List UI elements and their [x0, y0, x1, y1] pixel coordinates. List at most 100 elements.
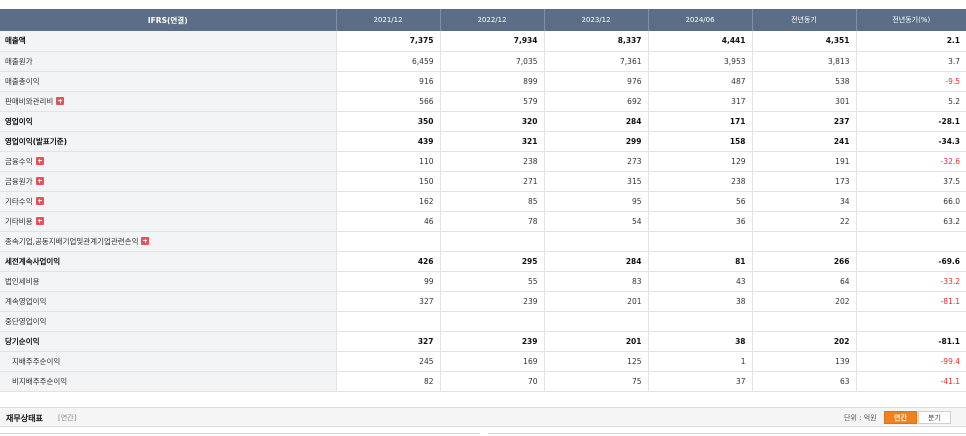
header-prev-period-pct: 전년동기(%) — [855, 9, 966, 31]
cell-change-pct: 66.0 — [855, 191, 966, 212]
row-label-text: 비지배주주순이익 — [12, 376, 68, 386]
cell-value: 3,953 — [647, 51, 752, 72]
expand-plus-icon[interactable] — [141, 236, 150, 245]
cell-value: 8,337 — [543, 31, 648, 52]
cell-change-pct: -69.6 — [855, 251, 966, 272]
cell-change-pct: -41.1 — [855, 371, 966, 392]
cell-value: 320 — [439, 111, 544, 132]
cell-value: 7,375 — [335, 31, 440, 52]
cell-change-pct — [855, 231, 966, 252]
cell-value — [335, 311, 440, 332]
cell-value: 7,035 — [439, 51, 544, 72]
cell-value: 202 — [751, 331, 856, 352]
table-row: 법인세비용 99 55 83 43 64 -33.2 — [0, 271, 966, 292]
divider-left — [0, 433, 480, 434]
cell-change-pct: 37.5 — [855, 171, 966, 192]
cell-value: 538 — [751, 71, 856, 92]
row-label-text: 당기순이익 — [5, 336, 40, 346]
row-label: 당기순이익 — [0, 331, 336, 352]
expand-plus-icon[interactable] — [35, 156, 44, 165]
cell-change-pct: -81.1 — [855, 291, 966, 312]
cell-value: 171 — [647, 111, 752, 132]
expand-plus-icon[interactable] — [56, 96, 65, 105]
cell-change-pct: 5.2 — [855, 91, 966, 112]
cell-change-pct: -33.2 — [855, 271, 966, 292]
cell-change-pct: 63.2 — [855, 211, 966, 232]
cell-value: 70 — [439, 371, 544, 392]
cell-change-pct: -28.1 — [855, 111, 966, 132]
cell-change-pct: -99.4 — [855, 351, 966, 372]
table-row: 영업이익 350 320 284 171 237 -28.1 — [0, 111, 966, 132]
cell-value: 1 — [647, 351, 752, 372]
table-row: 금융원가 150 271 315 238 173 37.5 — [0, 171, 966, 192]
row-label: 세전계속사업이익 — [0, 251, 336, 272]
cell-value: 110 — [335, 151, 440, 172]
header-2021-12: 2021/12 — [335, 9, 440, 31]
section-subtitle: [연간] — [58, 414, 77, 422]
cell-value — [751, 231, 856, 252]
divider-right — [488, 433, 966, 434]
row-label-text: 종속기업,공동지배기업및관계기업관련손익 — [5, 236, 139, 246]
expand-plus-icon[interactable] — [35, 196, 44, 205]
cell-value: 321 — [439, 131, 544, 152]
cell-value: 38 — [647, 331, 752, 352]
cell-change-pct: -81.1 — [855, 331, 966, 352]
cell-value: 327 — [335, 291, 440, 312]
cell-change-pct: 2.1 — [855, 31, 966, 52]
row-label-text: 지배주주순이익 — [12, 356, 61, 366]
expand-plus-icon[interactable] — [35, 176, 44, 185]
cell-value: 191 — [751, 151, 856, 172]
table-row: 판매비와관리비 566 579 692 317 301 5.2 — [0, 91, 966, 112]
cell-value: 38 — [647, 291, 752, 312]
row-label-text: 법인세비용 — [5, 276, 40, 286]
cell-value: 4,351 — [751, 31, 856, 52]
cell-value: 273 — [543, 151, 648, 172]
row-label: 매출총이익 — [0, 71, 336, 92]
cell-value: 36 — [647, 211, 752, 232]
quarter-toggle-button[interactable]: 분기 — [918, 411, 951, 424]
cell-change-pct: -9.5 — [855, 71, 966, 92]
cell-value — [647, 231, 752, 252]
row-label-text: 금융원가 — [5, 176, 33, 186]
cell-value: 64 — [751, 271, 856, 292]
cell-value: 22 — [751, 211, 856, 232]
cell-value: 284 — [543, 111, 648, 132]
row-label: 계속영업이익 — [0, 291, 336, 312]
header-ifrs: IFRS(연결) — [0, 9, 336, 31]
table-row: 매출원가 6,459 7,035 7,361 3,953 3,813 3.7 — [0, 51, 966, 72]
cell-value: 301 — [751, 91, 856, 112]
cell-value: 75 — [543, 371, 648, 392]
row-label-text: 계속영업이익 — [5, 296, 47, 306]
cell-value: 239 — [439, 291, 544, 312]
cell-change-pct: 3.7 — [855, 51, 966, 72]
cell-value: 56 — [647, 191, 752, 212]
cell-value: 125 — [543, 351, 648, 372]
cell-value: 34 — [751, 191, 856, 212]
cell-change-pct: -32.6 — [855, 151, 966, 172]
row-label-text: 영업이익(발표기준) — [5, 136, 68, 146]
cell-value — [647, 311, 752, 332]
cell-value: 238 — [439, 151, 544, 172]
cell-value — [439, 231, 544, 252]
cell-value: 692 — [543, 91, 648, 112]
cell-value: 129 — [647, 151, 752, 172]
balance-sheet-section-bar: 재무상태표 [연간] 단위 : 억원 연간 분기 — [0, 407, 966, 427]
header-2023-12: 2023/12 — [543, 9, 648, 31]
annual-toggle-button[interactable]: 연간 — [884, 411, 917, 424]
bottom-divider — [0, 431, 966, 436]
cell-change-pct — [855, 311, 966, 332]
cell-value: 916 — [335, 71, 440, 92]
cell-value — [543, 311, 648, 332]
cell-value — [335, 231, 440, 252]
cell-value: 63 — [751, 371, 856, 392]
cell-value: 158 — [647, 131, 752, 152]
table-header-row: IFRS(연결) 2021/12 2022/12 2023/12 2024/06… — [0, 9, 966, 31]
row-label-text: 매출원가 — [5, 56, 33, 66]
cell-change-pct: -34.3 — [855, 131, 966, 152]
cell-value — [751, 311, 856, 332]
row-label: 매출원가 — [0, 51, 336, 72]
cell-value: 317 — [647, 91, 752, 112]
cell-value: 350 — [335, 111, 440, 132]
table-row: 금융수익 110 238 273 129 191 -32.6 — [0, 151, 966, 172]
expand-plus-icon[interactable] — [35, 216, 44, 225]
